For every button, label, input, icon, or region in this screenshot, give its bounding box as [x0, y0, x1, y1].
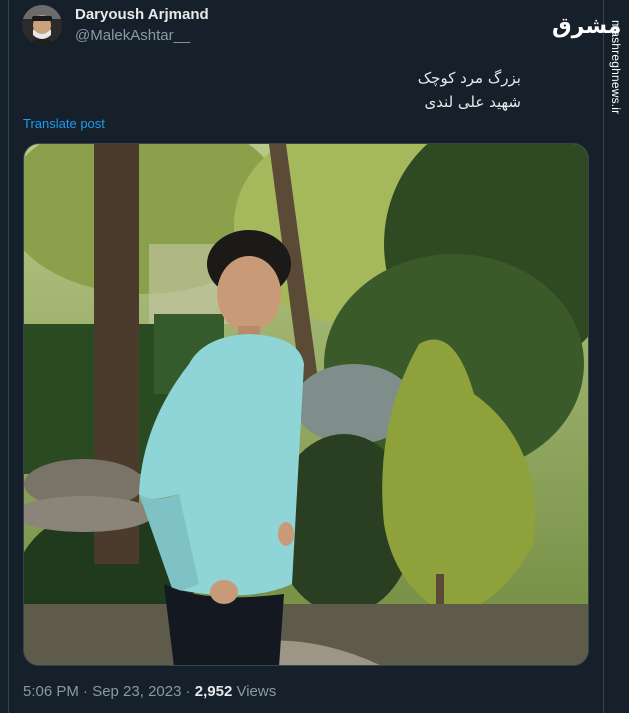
- views-count: 2,952: [194, 683, 233, 700]
- garden-photo-image: [24, 144, 588, 665]
- timestamp[interactable]: 5:06 PM · Sep 23, 2023 ·: [23, 683, 195, 700]
- author-name[interactable]: Daryoush Arjmand: [75, 6, 209, 23]
- avatar[interactable]: [22, 5, 62, 45]
- tweet-line-1: بزرگ مرد کوچک: [417, 69, 521, 87]
- author-handle[interactable]: @MalekAshtar__: [75, 27, 190, 44]
- tweet-photo[interactable]: [23, 143, 589, 666]
- tweet-container: Daryoush Arjmand @MalekAshtar__ بزرگ مرد…: [8, 0, 604, 713]
- tweet-line-2: شهید علی لندی: [424, 93, 521, 111]
- views-label: Views: [232, 683, 277, 700]
- tweet-text: بزرگ مرد کوچک شهید علی لندی: [418, 66, 521, 114]
- tweet-meta: 5:06 PM · Sep 23, 2023 · 2,952 Views: [23, 683, 276, 700]
- avatar-photo-icon: [22, 5, 62, 45]
- translate-post-link[interactable]: Translate post: [23, 116, 105, 131]
- watermark-url: mashreghnews.ir: [609, 20, 623, 115]
